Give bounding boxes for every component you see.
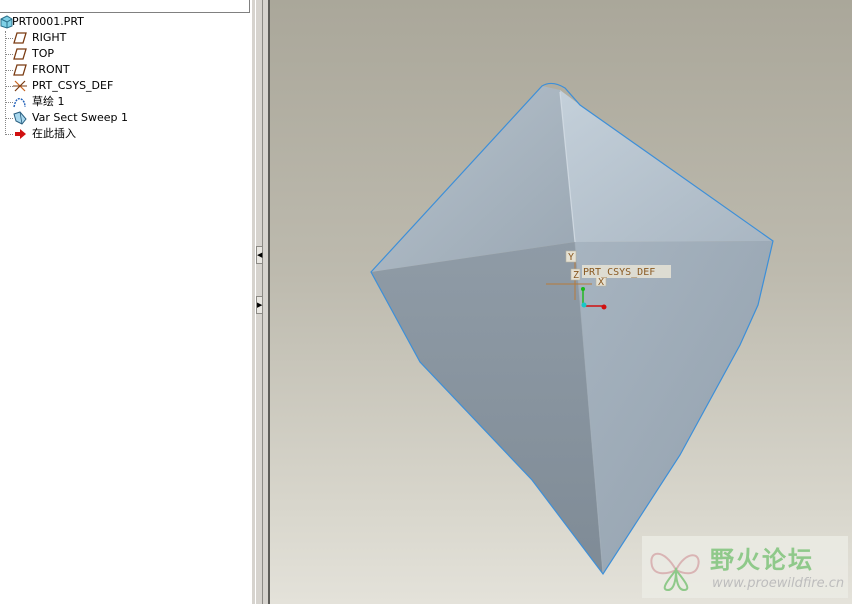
watermark-url: www.proewildfire.cn <box>712 576 845 591</box>
tree-item-label: TOP <box>32 47 55 60</box>
insert-here-arrow-icon <box>15 129 26 139</box>
model-render: Y Z X PRT_CSYS_DEF <box>370 82 774 576</box>
model-tree-header <box>0 0 250 13</box>
tree-connector-line <box>5 31 6 135</box>
tree-item-label: PRT_CSYS_DEF <box>32 79 114 92</box>
tree-item-sketch[interactable]: 草绘 1 <box>13 94 243 110</box>
tree-item-var-sect-sweep[interactable]: Var Sect Sweep 1 <box>13 110 243 126</box>
expand-right-button[interactable]: ▶ <box>256 296 263 314</box>
csys-x-axis-label: X <box>598 277 604 288</box>
tree-item-label: Var Sect Sweep 1 <box>32 111 129 124</box>
model-tree-panel: PRT0001.PRT RIGHT TOP FRONT PRT_CSYS_DEF <box>0 0 253 604</box>
tree-item-csys[interactable]: PRT_CSYS_DEF <box>13 78 243 94</box>
tree-item-top[interactable]: TOP <box>13 46 243 62</box>
datum-plane-icon <box>13 32 27 44</box>
csys-name-label: PRT_CSYS_DEF <box>583 267 655 278</box>
datum-plane-icon <box>13 64 27 76</box>
tree-item-right[interactable]: RIGHT <box>13 30 243 46</box>
butterfly-logo-icon <box>650 552 700 592</box>
tree-root-label: PRT0001.PRT <box>12 15 84 28</box>
csys-z-axis-label: Z <box>573 270 579 281</box>
panel-splitter[interactable]: ◀ ▶ <box>252 0 270 604</box>
tree-root-item[interactable]: PRT0001.PRT <box>0 14 250 30</box>
tree-item-label: RIGHT <box>32 31 67 44</box>
coordinate-system-icon <box>13 80 27 92</box>
tree-item-label: 在此插入 <box>32 127 76 140</box>
var-sect-sweep-icon <box>13 111 27 125</box>
csys-y-axis-label: Y <box>568 252 574 263</box>
tree-item-front[interactable]: FRONT <box>13 62 243 78</box>
graphics-viewport[interactable]: Y Z X PRT_CSYS_DEF 野火论坛 www.proewildfire… <box>270 0 852 604</box>
collapse-left-button[interactable]: ◀ <box>256 246 263 264</box>
tree-item-insert-here[interactable]: 在此插入 <box>13 126 243 142</box>
sketch-icon <box>13 97 26 108</box>
model-face-lower-left <box>371 242 603 574</box>
watermark-title: 野火论坛 <box>710 546 814 574</box>
datum-plane-icon <box>13 48 27 60</box>
model-face-lower-right <box>575 241 773 574</box>
forum-watermark: 野火论坛 www.proewildfire.cn <box>642 536 848 598</box>
tree-item-label: 草绘 1 <box>32 95 65 108</box>
tree-item-label: FRONT <box>32 63 70 76</box>
model-face-upper-left <box>371 86 575 272</box>
